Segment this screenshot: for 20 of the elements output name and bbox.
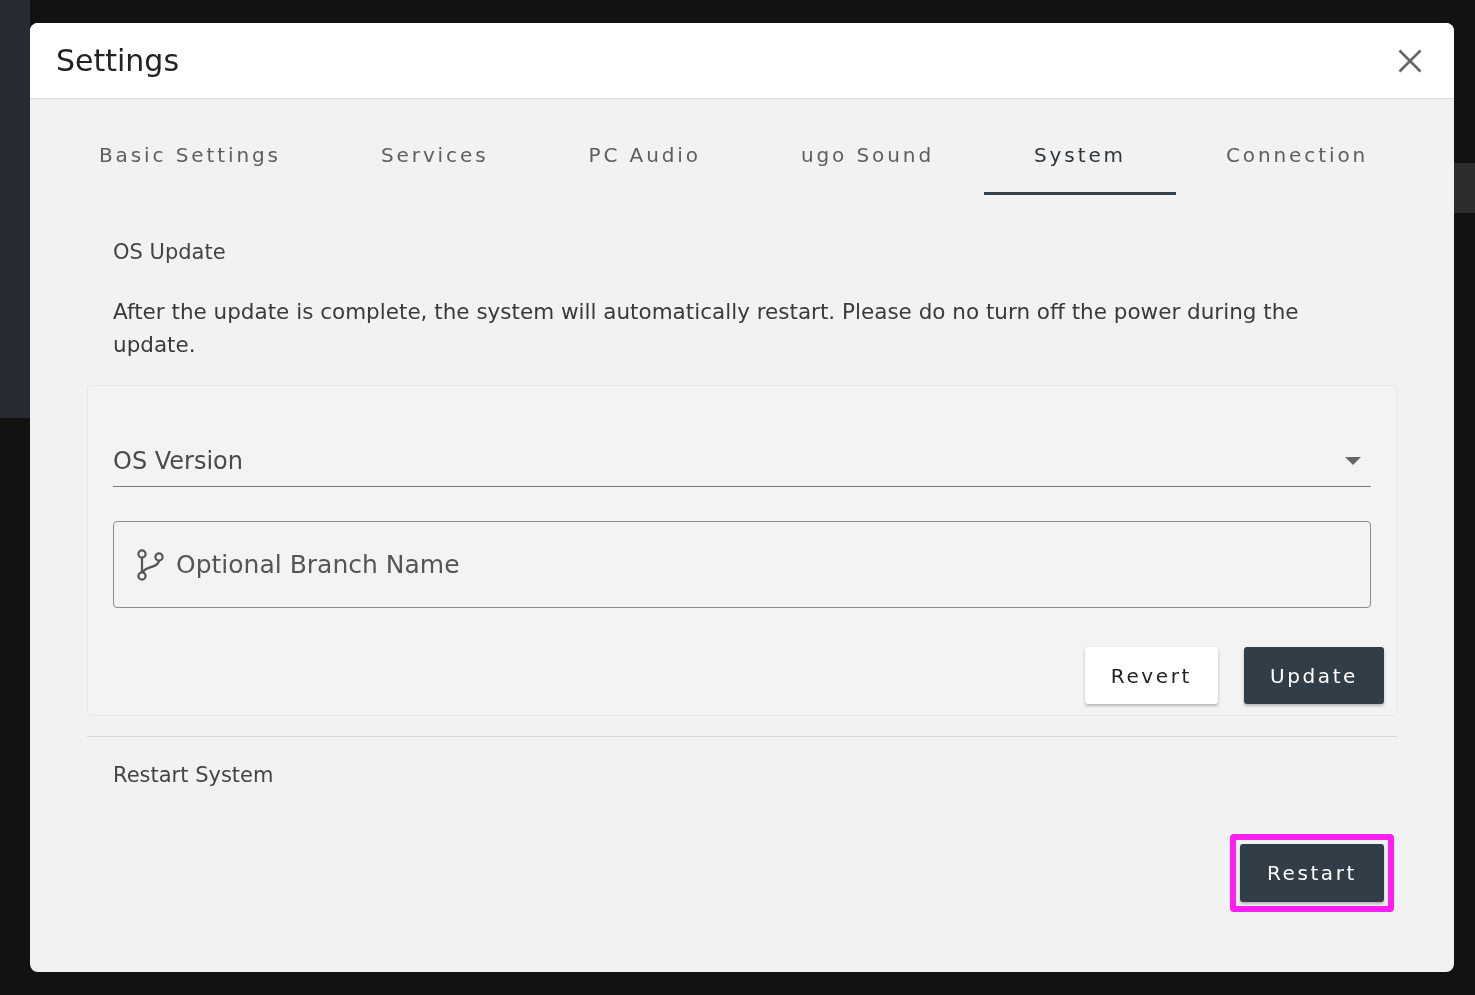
tab[interactable]: Basic Settings bbox=[49, 115, 331, 195]
dialog-title: Settings bbox=[56, 41, 180, 80]
tab[interactable]: ugo Sound bbox=[750, 115, 984, 195]
os-version-select[interactable]: OS Version bbox=[113, 425, 1371, 487]
branch-icon bbox=[137, 549, 164, 581]
section-heading: OS Update bbox=[112, 239, 227, 266]
tab[interactable]: Services bbox=[330, 115, 539, 195]
caret-icon bbox=[1345, 457, 1361, 465]
restart-button[interactable]: Restart bbox=[1239, 844, 1384, 902]
tab[interactable]: PC Audio bbox=[538, 115, 751, 195]
update-description: After the update is complete, the system will automatically restart. Please do no turn off the power during the update. bbox=[112, 298, 1300, 359]
close-button[interactable] bbox=[1398, 48, 1422, 73]
close-icon bbox=[1398, 48, 1422, 73]
branch-name-field[interactable]: Optional Branch Name bbox=[113, 521, 1371, 608]
backdrop-panel bbox=[1454, 163, 1475, 213]
section-heading: Restart System bbox=[112, 762, 275, 789]
tab[interactable]: System bbox=[984, 115, 1176, 195]
revert-button[interactable]: Revert bbox=[1084, 647, 1218, 704]
update-button[interactable]: Update bbox=[1243, 647, 1384, 704]
tab[interactable]: Connection bbox=[1175, 115, 1419, 195]
